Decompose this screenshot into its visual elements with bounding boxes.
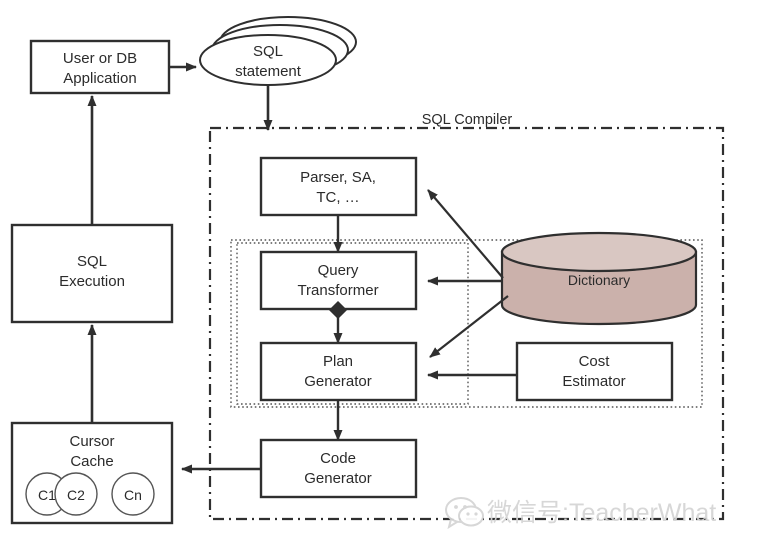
cursor-cache-label-line2: Cache — [70, 453, 113, 470]
cost-estimator-label-line1: Cost — [579, 353, 611, 370]
sql-execution-label-line2: Execution — [59, 273, 125, 290]
user-or-db-application-label-line2: Application — [63, 70, 136, 87]
node-cost-estimator[interactable]: Cost Estimator — [515, 341, 674, 402]
plan-generator-label-line2: Generator — [304, 373, 372, 390]
cursor-cache-label-line1: Cursor — [69, 433, 114, 450]
arrow-dictionary-to-plan-generator — [429, 295, 509, 358]
node-code-generator[interactable]: Code Generator — [259, 438, 418, 499]
cursor-c2-label: C2 — [67, 487, 85, 503]
node-sql-statement[interactable]: SQL statement — [199, 16, 357, 86]
node-plan-generator[interactable]: Plan Generator — [259, 341, 418, 402]
sql-compiler-title: SQL Compiler — [422, 112, 513, 128]
code-generator-label-line2: Generator — [304, 470, 372, 487]
node-cursor-cache[interactable]: Cursor Cache C1 C2 Cn — [10, 421, 174, 525]
diagram-canvas: SQL Compiler User or DB Application SQL … — [0, 0, 758, 555]
node-sql-execution[interactable]: SQL Execution — [10, 223, 174, 324]
sql-statement-label-line2: statement — [235, 63, 302, 80]
parser-label-line1: Parser, SA, — [300, 169, 376, 186]
plan-generator-label-line1: Plan — [323, 353, 353, 370]
query-transformer-label-line2: Transformer — [297, 282, 378, 299]
cursor-c1-label: C1 — [38, 487, 56, 503]
query-transformer-label-line1: Query — [318, 262, 359, 279]
watermark-text: 微信号:TeacherWhat — [487, 499, 716, 527]
cursor-item-cn[interactable]: Cn — [111, 472, 155, 516]
node-user-or-db-application[interactable]: User or DB Application — [29, 39, 171, 95]
cost-estimator-label-line2: Estimator — [562, 373, 625, 390]
dictionary-label: Dictionary — [568, 272, 630, 288]
wechat-icon — [445, 497, 484, 530]
arrow-dictionary-to-parser — [427, 189, 504, 279]
user-or-db-application-label-line1: User or DB — [63, 50, 137, 67]
sql-execution-label-line1: SQL — [77, 253, 107, 270]
parser-label-line2: TC, … — [316, 189, 359, 206]
code-generator-label-line1: Code — [320, 450, 356, 467]
sql-statement-label-line1: SQL — [253, 43, 283, 60]
node-parser[interactable]: Parser, SA, TC, … — [259, 156, 418, 217]
watermark: 微信号:TeacherWhat — [445, 497, 716, 530]
cursor-cn-label: Cn — [124, 487, 142, 503]
node-query-transformer[interactable]: Query Transformer — [259, 250, 418, 311]
node-dictionary[interactable]: Dictionary — [500, 231, 698, 326]
architecture-diagram: SQL Compiler User or DB Application SQL … — [10, 16, 725, 530]
cursor-item-c2[interactable]: C2 — [54, 472, 98, 516]
dictionary-top — [500, 231, 698, 273]
